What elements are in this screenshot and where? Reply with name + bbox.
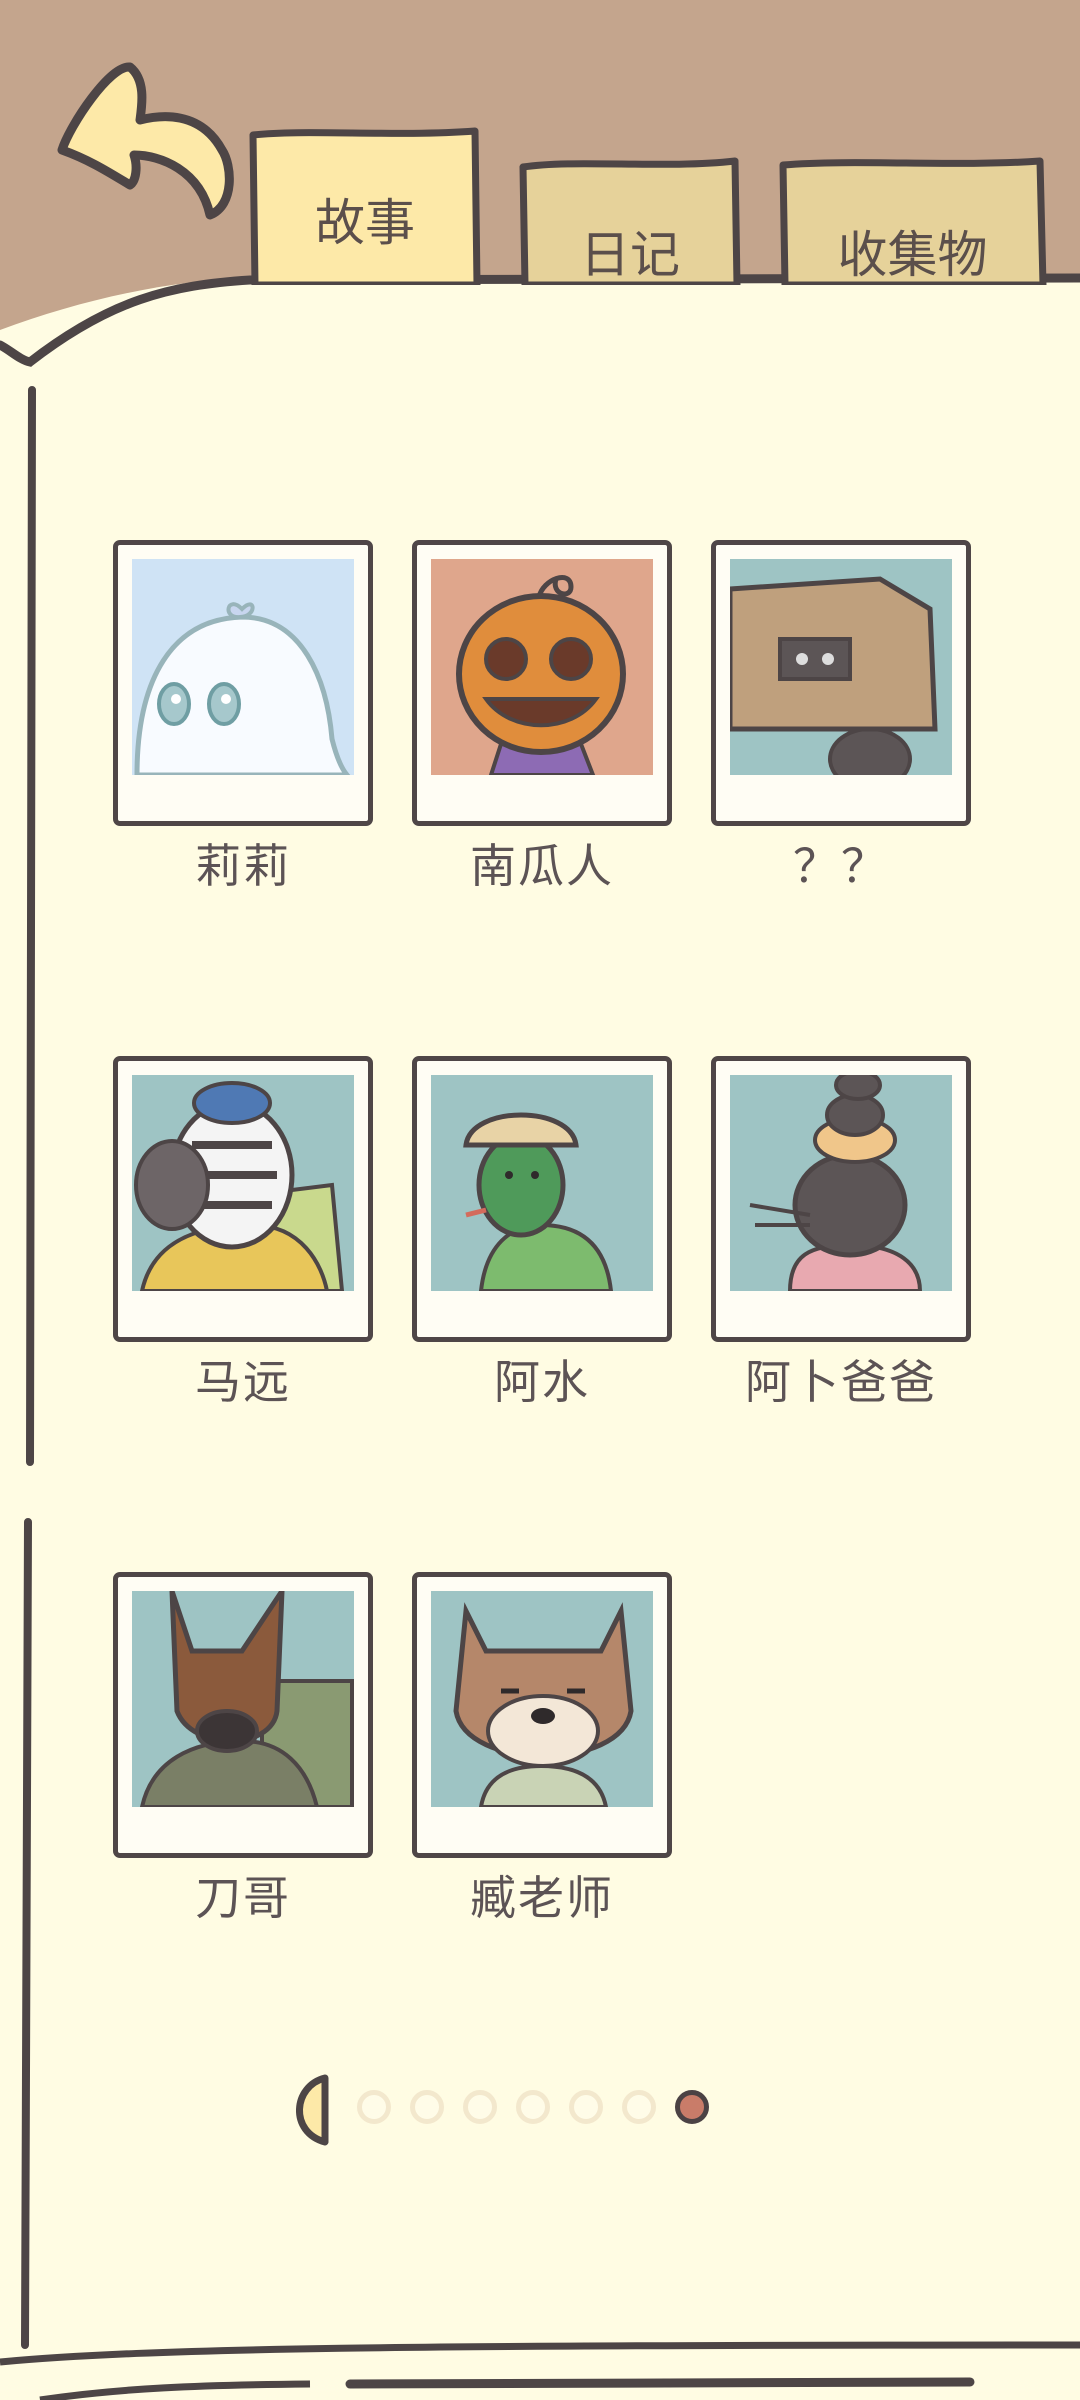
character-card-mayuan[interactable]: 马远 (113, 1056, 373, 1409)
character-card-lily[interactable]: 莉莉 (113, 540, 373, 893)
character-photo-frame (711, 1056, 971, 1342)
page-dot-7-active[interactable] (675, 2090, 709, 2124)
page-dot-6[interactable] (622, 2090, 656, 2124)
character-card-daoge[interactable]: 刀哥 (113, 1572, 373, 1925)
character-photo-frame (113, 1056, 373, 1342)
character-photo-frame (113, 1572, 373, 1858)
character-name: 马远 (195, 1355, 291, 1409)
character-photo-frame (412, 1056, 672, 1342)
tab-story-label: 故事 (315, 194, 415, 252)
page-dot-3[interactable] (463, 2090, 497, 2124)
pumpkin-man-portrait (431, 559, 653, 775)
frog-ashui-portrait (431, 1075, 653, 1291)
ghost-lily-portrait (132, 559, 354, 775)
tab-story[interactable]: 故事 (245, 125, 485, 289)
page-dot-5[interactable] (569, 2090, 603, 2124)
character-name: 阿卜爸爸 (745, 1355, 937, 1409)
character-card-mole-father[interactable]: 阿卜爸爸 (711, 1056, 971, 1409)
back-arrow-icon (57, 62, 234, 220)
character-card-ashui[interactable]: 阿水 (412, 1056, 672, 1409)
character-card-mystery[interactable]: ？？ (711, 540, 971, 893)
character-photo-frame (711, 540, 971, 826)
character-card-pumpkin[interactable]: 南瓜人 (412, 540, 672, 893)
mole-father-portrait (730, 1075, 952, 1291)
character-name: ？？ (793, 839, 889, 893)
character-photo-frame (412, 1572, 672, 1858)
doberman-daoge-portrait (132, 1591, 354, 1807)
previous-page-button[interactable] (283, 2072, 333, 2148)
character-name: 臧老师 (470, 1871, 614, 1925)
back-button[interactable] (50, 55, 250, 235)
character-photo-frame (113, 540, 373, 826)
page-dot-2[interactable] (410, 2090, 444, 2124)
character-name: 阿水 (494, 1355, 590, 1409)
tab-collections-label: 收集物 (837, 226, 988, 284)
zebra-mayuan-portrait (132, 1075, 354, 1291)
shiba-teacher-portrait (431, 1591, 653, 1807)
character-card-teacher[interactable]: 臧老师 (412, 1572, 672, 1925)
tab-diary-label: 日记 (580, 226, 680, 284)
character-name: 南瓜人 (470, 839, 614, 893)
tab-diary[interactable]: 日记 (515, 155, 745, 289)
character-name: 刀哥 (195, 1871, 291, 1925)
tab-collections[interactable]: 收集物 (775, 155, 1050, 289)
box-mystery-portrait (730, 559, 952, 775)
page-dot-1[interactable] (357, 2090, 391, 2124)
page-dot-4[interactable] (516, 2090, 550, 2124)
character-name: 莉莉 (195, 839, 291, 893)
page-indicator (283, 2072, 743, 2152)
character-photo-frame (412, 540, 672, 826)
